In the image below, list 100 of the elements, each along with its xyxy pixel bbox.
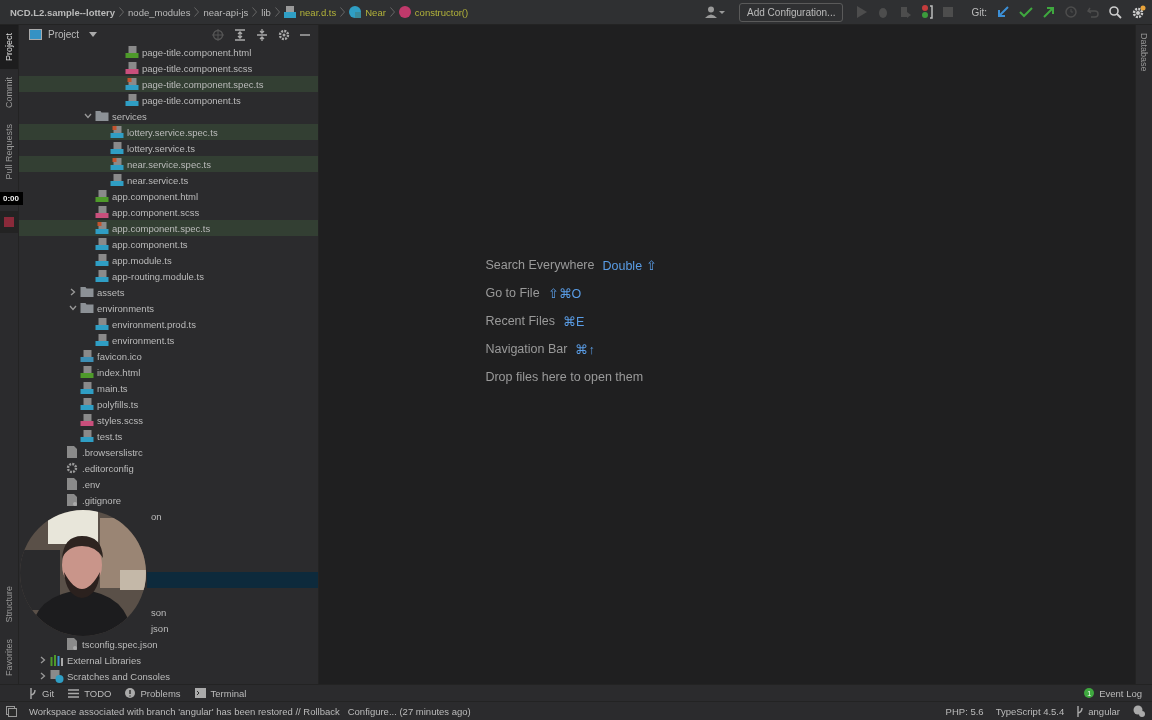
update-arrow-icon[interactable] bbox=[997, 6, 1009, 18]
tree-item-label[interactable]: page-title.component.scss bbox=[142, 62, 253, 74]
folder-icon bbox=[95, 111, 109, 121]
inspector-icon[interactable] bbox=[1132, 705, 1146, 717]
file-icon bbox=[95, 190, 109, 202]
tool-window-tab[interactable]: Project bbox=[0, 25, 18, 69]
terminal-icon bbox=[194, 688, 206, 698]
tree-item-label[interactable]: app.component.html bbox=[112, 190, 199, 202]
chevron-separator-icon bbox=[119, 7, 125, 17]
typescript-file-icon bbox=[283, 6, 296, 18]
tree-item-label[interactable]: lottery.service.ts bbox=[127, 142, 195, 154]
tool-window-button[interactable]: TODO bbox=[68, 687, 112, 699]
tool-window-button[interactable]: Terminal bbox=[194, 687, 247, 699]
tree-item-label[interactable]: app-routing.module.ts bbox=[112, 270, 204, 282]
panel-toggle-icon[interactable] bbox=[6, 705, 17, 717]
tree-item-label[interactable]: environment.ts bbox=[112, 334, 175, 346]
class-icon bbox=[349, 6, 362, 18]
tree-item-label[interactable]: page-title.component.spec.ts bbox=[142, 78, 264, 90]
tree-row-highlight[interactable]: lottery.service.spec.ts bbox=[19, 124, 318, 140]
chevron-separator-icon bbox=[252, 7, 258, 17]
tree-item-label[interactable]: main.ts bbox=[97, 382, 128, 394]
breadcrumb[interactable]: node_modules bbox=[128, 6, 191, 18]
breadcrumb[interactable]: constructor() bbox=[414, 6, 469, 18]
tree-item-label[interactable]: polyfills.ts bbox=[97, 398, 139, 410]
file-icon bbox=[125, 94, 139, 106]
file-icon bbox=[80, 350, 94, 362]
tree-row-highlight[interactable]: page-title.component.spec.ts bbox=[19, 76, 318, 92]
tree-item-label[interactable]: near.service.ts bbox=[127, 174, 189, 186]
folder-icon bbox=[80, 303, 94, 313]
check-icon[interactable] bbox=[1019, 6, 1033, 18]
tree-item-label[interactable]: app.module.ts bbox=[112, 254, 172, 266]
tree-item-label[interactable]: assets bbox=[97, 286, 125, 298]
tree-item-label[interactable]: lottery.service.spec.ts bbox=[127, 126, 218, 138]
file-icon bbox=[125, 62, 139, 74]
tool-window-tab[interactable]: Favorites bbox=[0, 631, 18, 684]
breadcrumb[interactable]: lib bbox=[261, 6, 271, 18]
tree-item-label[interactable]: page-title.component.ts bbox=[142, 94, 241, 106]
tree-item-label[interactable]: .gitignore bbox=[82, 494, 122, 506]
tree-item-label[interactable]: .editorconfig bbox=[82, 462, 134, 474]
tool-window-tab[interactable]: Structure bbox=[0, 578, 18, 631]
breadcrumb[interactable]: near-api-js bbox=[203, 6, 249, 18]
tree-row-highlight[interactable]: app.component.spec.ts bbox=[19, 220, 318, 236]
php-version[interactable]: PHP: 5.6 bbox=[945, 705, 984, 717]
file-icon bbox=[110, 126, 124, 138]
tree-item-label[interactable]: services bbox=[112, 110, 147, 122]
file-icon bbox=[80, 398, 94, 410]
collapse-all-icon[interactable] bbox=[256, 28, 268, 41]
tree-item-label[interactable]: External Libraries bbox=[67, 654, 141, 666]
chevron-right-icon[interactable] bbox=[40, 656, 46, 664]
tool-window-tab[interactable]: Commit bbox=[0, 69, 18, 116]
breadcrumb[interactable]: Near bbox=[365, 6, 386, 18]
breadcrumb[interactable]: near.d.ts bbox=[299, 6, 337, 18]
tree-item-label[interactable]: app.component.scss bbox=[112, 206, 200, 218]
chevron-right-icon[interactable] bbox=[40, 672, 46, 680]
status-message[interactable]: Workspace associated with branch 'angular' has been restored // Rollback Configure... (27 minutes ago) bbox=[29, 705, 471, 717]
tool-window-tab[interactable]: Database bbox=[1136, 25, 1152, 80]
project-view-dropdown[interactable]: Project bbox=[48, 29, 98, 40]
chevron-down-icon[interactable] bbox=[84, 113, 92, 119]
tree-item-label[interactable]: near.service.spec.ts bbox=[127, 158, 211, 170]
file-icon bbox=[125, 46, 139, 58]
branch-icon bbox=[1076, 705, 1085, 717]
tree-item-label[interactable]: favicon.ico bbox=[97, 350, 142, 362]
tool-window-button[interactable]: Git bbox=[29, 687, 55, 699]
tree-item-label[interactable]: app.component.spec.ts bbox=[112, 222, 211, 234]
tree-item-label[interactable]: styles.scss bbox=[97, 414, 143, 426]
attach-icon[interactable] bbox=[921, 5, 934, 19]
tree-item-label[interactable]: .env bbox=[82, 478, 100, 490]
typescript-version[interactable]: TypeScript 4.5.4 bbox=[995, 705, 1065, 717]
tree-item-label[interactable]: environment.prod.ts bbox=[112, 318, 196, 330]
tree-item-label[interactable]: index.html bbox=[97, 366, 141, 378]
chevron-down-icon[interactable] bbox=[69, 305, 77, 311]
user-icon[interactable] bbox=[705, 6, 726, 18]
tree-item-label[interactable]: environments bbox=[97, 302, 155, 314]
tree-row-highlight[interactable]: near.service.spec.ts bbox=[19, 156, 318, 172]
settings-icon[interactable] bbox=[278, 28, 290, 41]
settings-icon[interactable] bbox=[1132, 5, 1146, 19]
window-icon bbox=[29, 29, 42, 40]
hint-text: Navigation Bar bbox=[485, 341, 568, 357]
tree-item-label[interactable]: .browserslistrc bbox=[82, 446, 143, 458]
search-icon[interactable] bbox=[1109, 5, 1122, 19]
chevron-right-icon[interactable] bbox=[70, 288, 76, 296]
tool-window-button[interactable]: Problems bbox=[125, 687, 181, 699]
branch-icon bbox=[29, 687, 37, 699]
git-branch[interactable]: angular bbox=[1076, 705, 1120, 717]
tree-item-label[interactable]: page-title.component.html bbox=[142, 46, 252, 58]
breadcrumb[interactable]: NCD.L2.sample--lottery bbox=[10, 6, 116, 18]
hint-text: Recent Files bbox=[485, 313, 555, 329]
tree-item-label[interactable]: test.ts bbox=[97, 430, 123, 442]
tree-item-label[interactable]: app.component.ts bbox=[112, 238, 188, 250]
tree-item-label[interactable]: Scratches and Consoles bbox=[67, 670, 170, 682]
tree-item-label[interactable]: json bbox=[151, 622, 169, 634]
hint-text: Go to File bbox=[485, 285, 540, 301]
tree-item-label[interactable]: on bbox=[151, 510, 162, 522]
push-arrow-icon[interactable] bbox=[1043, 6, 1055, 18]
tree-item-label[interactable]: son bbox=[151, 606, 167, 618]
tree-item-label[interactable]: tsconfig.spec.json bbox=[82, 638, 158, 650]
file-icon bbox=[80, 414, 94, 426]
add-configuration-button[interactable]: Add Configuration... bbox=[739, 2, 844, 22]
expand-all-icon[interactable] bbox=[234, 28, 246, 41]
tool-window-tab[interactable]: Pull Requests bbox=[0, 116, 18, 188]
